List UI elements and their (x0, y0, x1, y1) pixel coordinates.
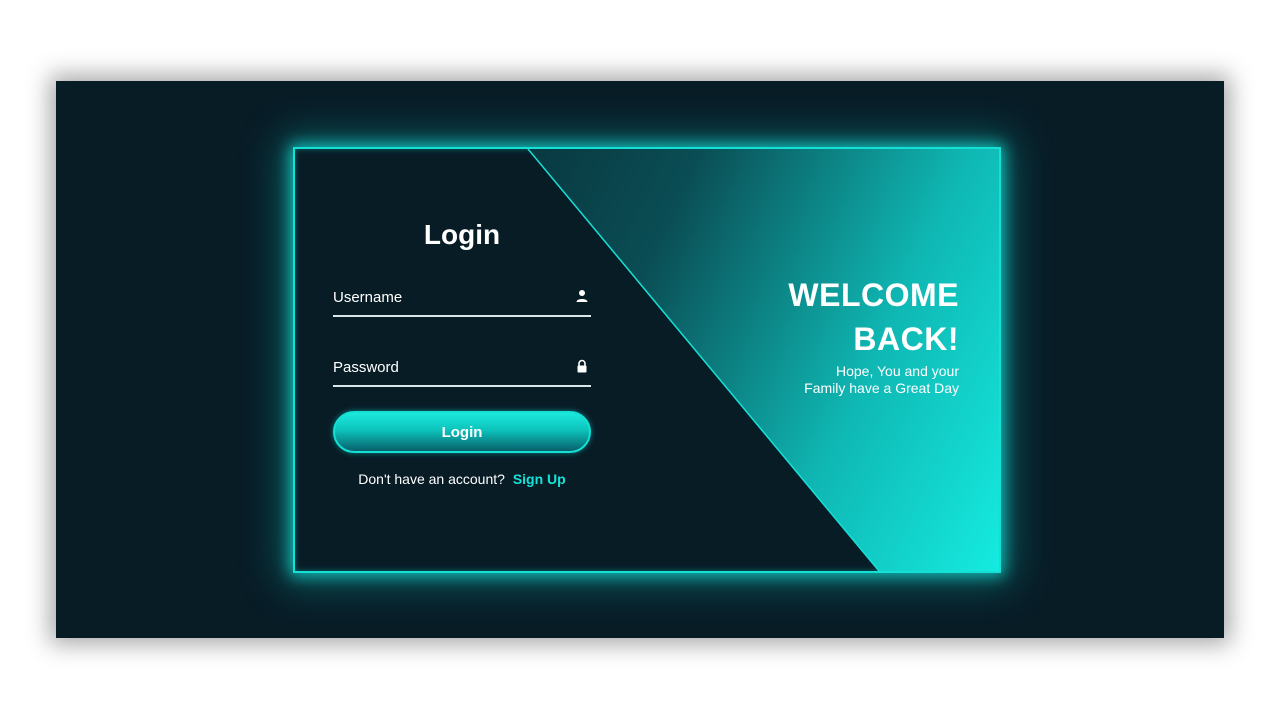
welcome-subtitle-line1: Hope, You and your (836, 363, 959, 379)
user-icon (576, 290, 588, 302)
welcome-message: WELCOME BACK! Hope, You and your Family … (788, 273, 961, 397)
signup-prompt: Don't have an account? (358, 471, 505, 487)
welcome-title: WELCOME BACK! (788, 273, 961, 361)
login-card: Login Login Don't have an account? Sign … (293, 147, 1001, 573)
welcome-title-line2: BACK! (853, 321, 959, 357)
welcome-title-line1: WELCOME (788, 277, 959, 313)
password-field (333, 353, 591, 387)
login-button[interactable]: Login (333, 411, 591, 453)
username-field (333, 283, 591, 317)
password-input[interactable] (333, 353, 563, 381)
welcome-subtitle-line2: Family have a Great Day (804, 380, 959, 396)
lock-icon (577, 359, 587, 373)
signup-row: Don't have an account? Sign Up (333, 471, 591, 487)
login-form: Login Login Don't have an account? Sign … (333, 209, 591, 487)
page-background: Login Login Don't have an account? Sign … (56, 81, 1224, 638)
signup-link[interactable]: Sign Up (513, 471, 566, 487)
login-title: Login (423, 219, 501, 250)
username-input[interactable] (333, 283, 563, 311)
welcome-subtitle: Hope, You and your Family have a Great D… (788, 363, 959, 397)
